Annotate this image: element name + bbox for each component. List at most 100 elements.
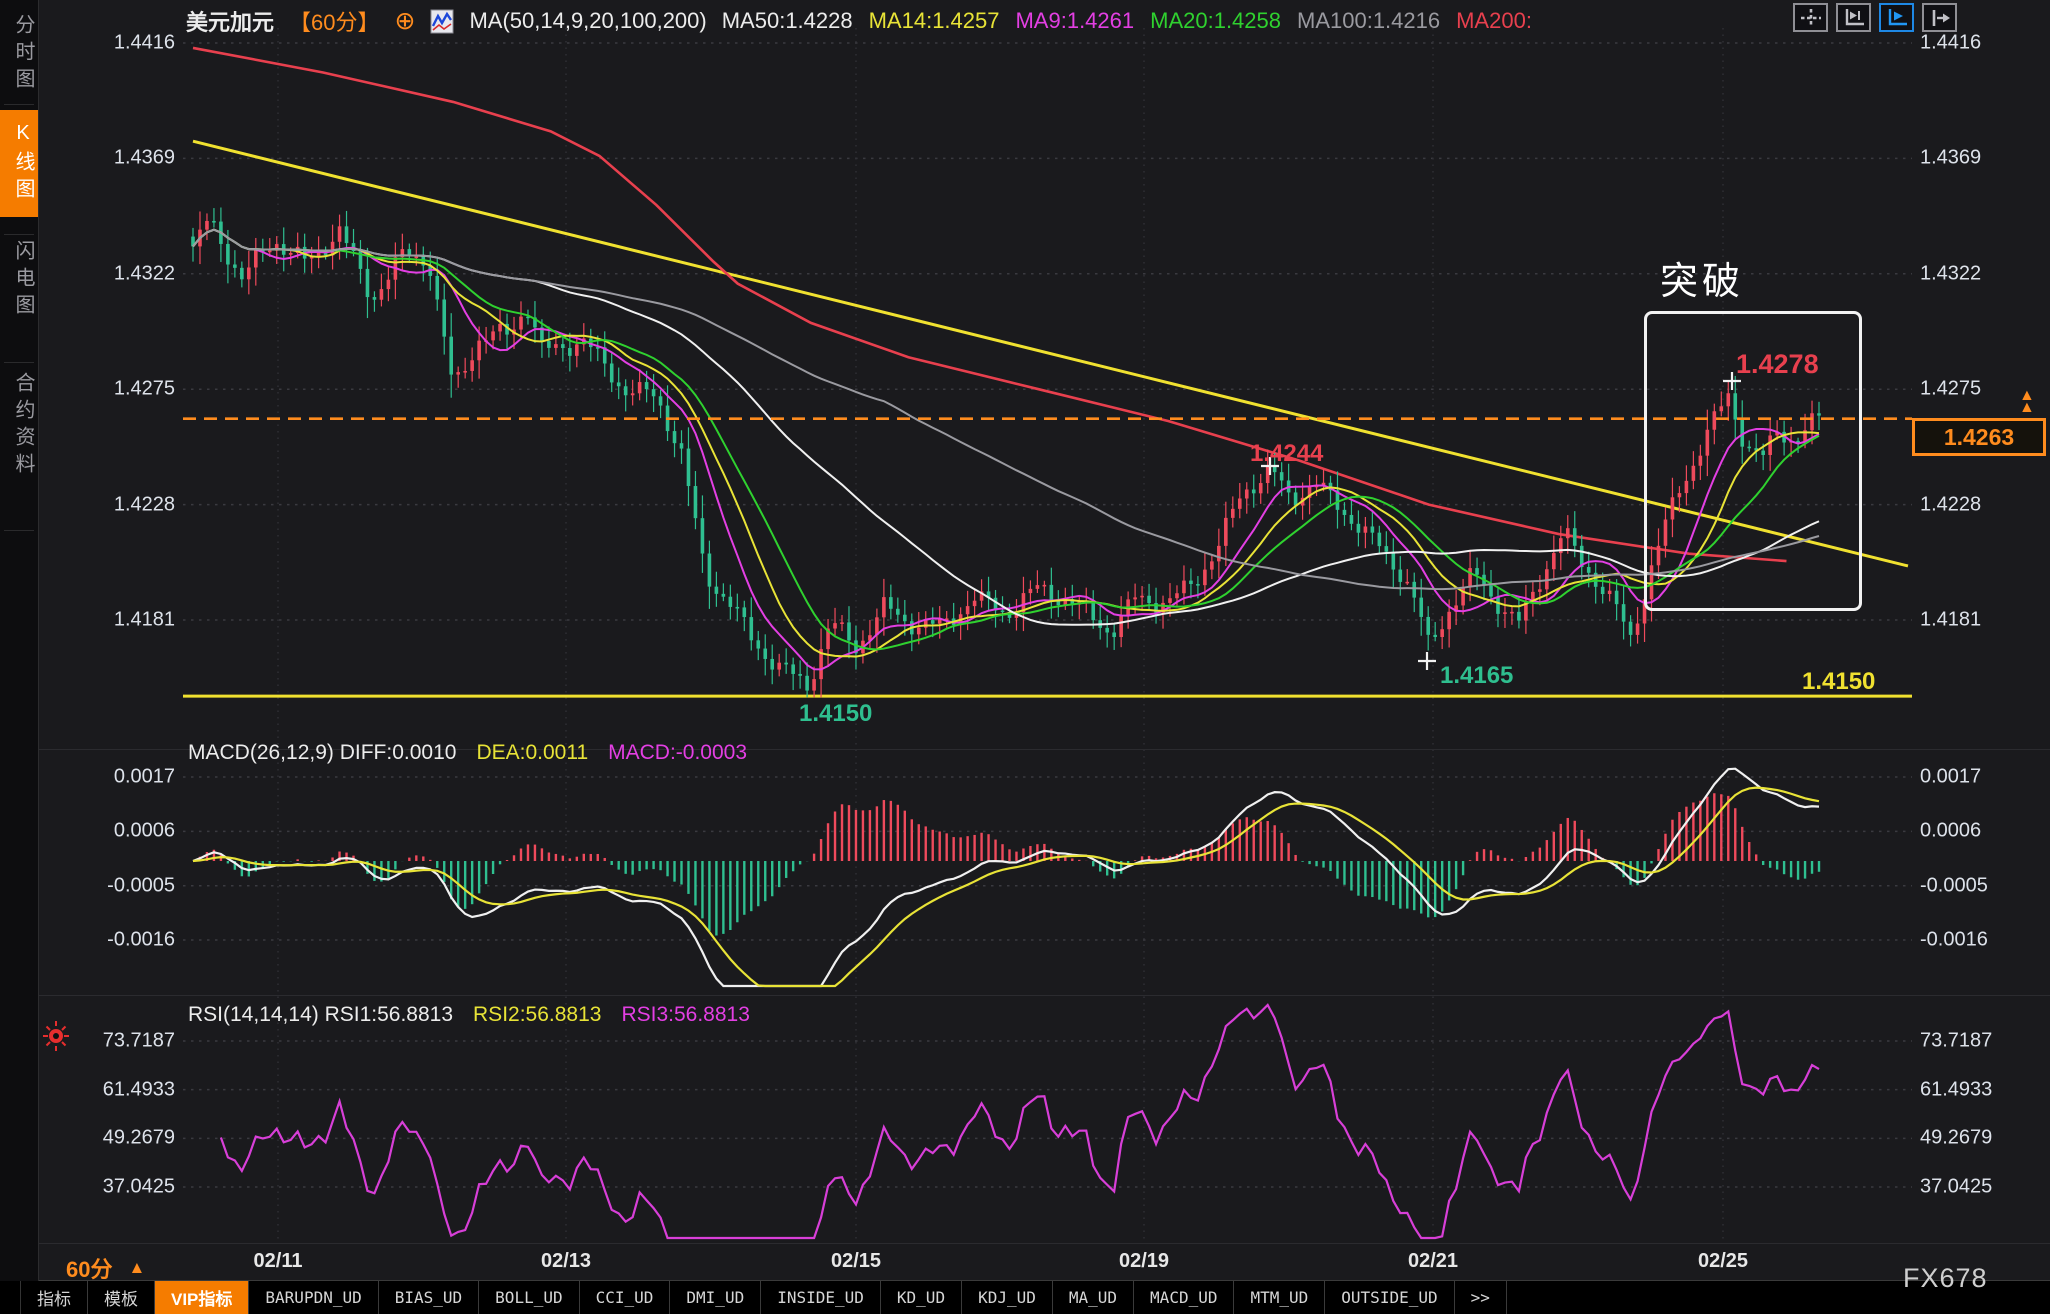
- bottom-period-control[interactable]: 60分 ▲: [66, 1252, 145, 1284]
- candle-body: [812, 679, 816, 690]
- move-crosshair-icon[interactable]: [1793, 3, 1828, 32]
- candle-body: [1566, 528, 1570, 538]
- candle-body: [1112, 632, 1116, 637]
- tab-outside-ud[interactable]: OUTSIDE_UD: [1325, 1281, 1454, 1314]
- price-tick: 1.4322: [1920, 262, 1981, 285]
- divider: [4, 530, 34, 531]
- candle-body: [673, 431, 677, 443]
- tab-cci-ud[interactable]: CCI_UD: [580, 1281, 671, 1314]
- price-tick: 1.4181: [55, 608, 175, 631]
- add-indicator-icon[interactable]: ⊕: [395, 10, 416, 32]
- candle-body: [917, 628, 921, 635]
- rsi-tick: 37.0425: [1920, 1176, 1992, 1199]
- rsi-line: [221, 1005, 1819, 1238]
- macd-diff-line: [193, 769, 1819, 986]
- low-label: 1.4165: [1440, 662, 1513, 690]
- price-tick: 1.4322: [55, 262, 175, 285]
- tab-指标[interactable]: 指标: [21, 1281, 88, 1314]
- tab-kdj-ud[interactable]: KDJ_UD: [962, 1281, 1053, 1314]
- candle-body: [575, 344, 579, 355]
- chart-canvas: [0, 0, 2050, 1314]
- fx678-watermark: FX678: [1903, 1263, 1988, 1294]
- macd-tick: -0.0016: [55, 929, 175, 952]
- candle-body: [1294, 492, 1298, 505]
- candle-body: [1189, 581, 1193, 584]
- candle-body: [491, 331, 495, 340]
- alert-bell-icon[interactable]: [38, 1018, 74, 1059]
- swing-high-label: 1.4278: [1736, 349, 1819, 380]
- candle-body: [233, 265, 237, 268]
- panel-divider: [38, 995, 2050, 996]
- indicator-tab-bar: 指标模板VIP指标BARUPDN_UDBIAS_UDBOLL_UDCCI_UDD…: [0, 1281, 2050, 1314]
- tab-kd-ud[interactable]: KD_UD: [881, 1281, 962, 1314]
- tab-barupdn-ud[interactable]: BARUPDN_UD: [249, 1281, 378, 1314]
- candle-body: [1259, 483, 1263, 493]
- candle-body: [1175, 593, 1179, 598]
- candle-body: [680, 443, 684, 448]
- ma-value: MA200:: [1456, 8, 1532, 34]
- axis-rewind-icon[interactable]: [1836, 3, 1871, 32]
- tab-macd-ud[interactable]: MACD_UD: [1134, 1281, 1234, 1314]
- cross-marker: [1418, 652, 1436, 670]
- candle-body: [1461, 587, 1465, 605]
- candle-body: [1378, 533, 1382, 546]
- date-tick: 02/15: [831, 1250, 881, 1273]
- tab-boll-ud[interactable]: BOLL_UD: [479, 1281, 579, 1314]
- candle-body: [1036, 585, 1040, 589]
- rsi-tick: 49.2679: [55, 1127, 175, 1150]
- tab-模板[interactable]: 模板: [88, 1281, 155, 1314]
- candle-body: [931, 620, 935, 624]
- candle-body: [554, 344, 558, 348]
- candle-body: [1231, 509, 1235, 518]
- candle-body: [1140, 596, 1144, 598]
- tab-vip指标[interactable]: VIP指标: [155, 1281, 249, 1314]
- candle-body: [1426, 617, 1430, 635]
- sidebar-item-time-chart[interactable]: 分时图: [0, 14, 38, 95]
- candle-body: [638, 382, 642, 393]
- candle-body: [1468, 568, 1472, 587]
- tab-mtm-ud[interactable]: MTM_UD: [1234, 1281, 1325, 1314]
- candle-body: [1357, 524, 1361, 533]
- candle-body: [1182, 581, 1186, 594]
- tab-ma-ud[interactable]: MA_UD: [1053, 1281, 1134, 1314]
- macd-dea-line: [193, 788, 1819, 986]
- tab-dmi-ud[interactable]: DMI_UD: [670, 1281, 761, 1314]
- candle-body: [1105, 628, 1109, 633]
- candle-body: [743, 607, 747, 617]
- tab-inside-ud[interactable]: INSIDE_UD: [761, 1281, 881, 1314]
- candle-body: [1371, 526, 1375, 532]
- price-tick: 1.4275: [1920, 378, 1981, 401]
- candle-body: [1433, 635, 1437, 637]
- candle-body: [1091, 602, 1095, 621]
- tab-bias-ud[interactable]: BIAS_UD: [379, 1281, 479, 1314]
- candle-body: [610, 363, 614, 382]
- candle-body: [1517, 612, 1521, 621]
- candle-body: [805, 676, 809, 691]
- candle-body: [1601, 587, 1605, 594]
- candle-body: [1552, 553, 1556, 569]
- candle-body: [1203, 570, 1207, 586]
- candle-body: [715, 587, 719, 594]
- candle-body: [268, 251, 272, 253]
- sidebar-item-contract-info[interactable]: 合约资料: [0, 372, 38, 480]
- chart-toolbar: [1793, 3, 1957, 32]
- candle-body: [966, 606, 970, 614]
- candle-body: [798, 674, 802, 676]
- rsi-tick: 61.4933: [1920, 1078, 1992, 1101]
- axis-play-icon[interactable]: [1879, 3, 1914, 32]
- candle-body: [896, 609, 900, 615]
- shift-right-icon[interactable]: [1922, 3, 1957, 32]
- candle-body: [205, 221, 209, 230]
- candle-body: [247, 267, 251, 279]
- candle-body: [240, 268, 244, 279]
- date-tick: 02/25: [1698, 1250, 1748, 1273]
- candle-body: [456, 372, 460, 374]
- candle-body: [1001, 611, 1005, 613]
- tab--[interactable]: >>: [1455, 1281, 1507, 1314]
- candle-body: [338, 226, 342, 241]
- sidebar-item-flash-chart[interactable]: 闪电图: [0, 240, 38, 321]
- divider: [4, 104, 34, 105]
- sidebar-item-candle-chart[interactable]: K线图: [0, 110, 38, 217]
- macd-tick: 0.0006: [55, 820, 175, 843]
- date-tick: 02/11: [254, 1250, 303, 1273]
